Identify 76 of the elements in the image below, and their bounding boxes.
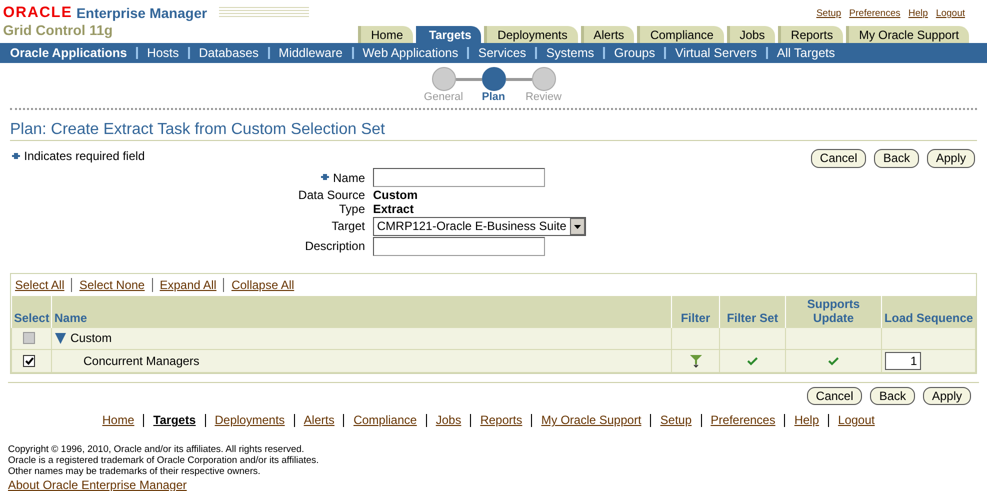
nav-tab[interactable]: Targets — [416, 26, 482, 43]
copyright-text: Copyright © 1996, 2010, Oracle and/or its affiliates. All rights reserved. — [8, 444, 306, 455]
footer-link[interactable]: Logout — [838, 413, 875, 428]
required-note: Indicates required field — [24, 149, 145, 164]
subtab-link[interactable]: All Targets — [776, 46, 836, 60]
footer-link[interactable]: Setup — [660, 413, 692, 428]
dropdown-icon — [570, 218, 586, 236]
subtab-link[interactable]: Groups — [614, 46, 656, 60]
tree-node-label: Custom — [70, 331, 112, 346]
field-label: Description — [304, 239, 365, 254]
select-field[interactable]: CMRP121-Oracle E-Business Suite — [373, 217, 586, 236]
footer-link[interactable]: Help — [794, 413, 820, 428]
action-button[interactable]: Apply — [926, 149, 975, 168]
footer-link[interactable]: Jobs — [436, 413, 462, 428]
page-title: Plan: Create Extract Task from Custom Selection Set — [10, 110, 977, 142]
column-header: Name — [52, 296, 672, 328]
logo: ORACLE — [3, 4, 72, 22]
global-link[interactable]: Setup — [816, 8, 842, 20]
input-field[interactable] — [373, 168, 545, 188]
field-label: Target — [332, 219, 365, 234]
copyright-text: Other names may be trademarks of their respective owners. — [8, 466, 262, 478]
footer-link[interactable]: Targets — [153, 413, 196, 428]
nav-tab[interactable]: Jobs — [726, 26, 775, 43]
step-label: Review — [524, 91, 563, 104]
subtab-link[interactable]: Virtual Servers — [675, 46, 757, 60]
product-subtitle: Grid Control 11g — [3, 22, 114, 39]
subtab-link[interactable]: Middleware — [278, 46, 343, 60]
step-label: Plan — [480, 91, 506, 104]
nav-tab[interactable]: Reports — [778, 26, 843, 43]
nav-tab[interactable]: Home — [358, 26, 413, 43]
table-action-link[interactable]: Expand All — [160, 278, 216, 292]
step-circle[interactable] — [482, 67, 506, 91]
nav-tab[interactable]: Compliance — [637, 26, 724, 43]
footer-link[interactable]: Home — [102, 413, 134, 428]
global-link[interactable]: Preferences — [849, 8, 900, 20]
nav-tab[interactable]: Alerts — [580, 26, 634, 43]
action-button[interactable]: Cancel — [810, 149, 866, 168]
action-button[interactable]: Cancel — [806, 386, 862, 406]
global-link[interactable]: Help — [908, 8, 928, 20]
table-action-link[interactable]: Collapse All — [231, 278, 294, 292]
subtab-link[interactable]: Hosts — [146, 46, 179, 60]
nav-tab[interactable]: Deployments — [484, 26, 578, 43]
subtab-link[interactable]: Systems — [546, 46, 594, 60]
copyright-text: Oracle is a registered trademark of Oracle Corporation and/or its affiliates. — [8, 454, 320, 466]
action-button[interactable]: Back — [874, 149, 919, 168]
about-link[interactable]: About Oracle Enterprise Manager — [8, 478, 187, 491]
column-header: Filter Set — [720, 296, 786, 328]
subtab-link[interactable]: Oracle Applications — [10, 46, 127, 60]
footer-link[interactable]: Reports — [480, 413, 522, 428]
table-action-link[interactable]: Select None — [79, 278, 145, 292]
subtab-link[interactable]: Services — [478, 46, 526, 60]
input-field[interactable] — [373, 237, 545, 256]
global-link[interactable]: Logout — [936, 8, 965, 20]
field-value: Custom — [373, 188, 418, 202]
table-action-link[interactable]: Select All — [15, 278, 64, 292]
subtab-link[interactable]: Web Applications — [362, 46, 458, 60]
subtab-link[interactable]: Databases — [198, 46, 259, 60]
column-header: Supports Update — [786, 296, 882, 328]
action-button[interactable]: Apply — [922, 386, 971, 406]
field-value: Extract — [373, 202, 414, 217]
product-name: Enterprise Manager — [76, 4, 208, 22]
field-label: Type — [338, 202, 365, 217]
footer-link[interactable]: Alerts — [304, 413, 334, 428]
footer-link[interactable]: Preferences — [710, 413, 776, 428]
footer-link[interactable]: Compliance — [353, 413, 417, 428]
footer-link[interactable]: Deployments — [214, 413, 285, 428]
field-label: Name — [332, 170, 365, 185]
action-button[interactable]: Back — [870, 386, 915, 406]
tree-node-label: Concurrent Managers — [83, 354, 200, 368]
footer-link[interactable]: My Oracle Support — [541, 413, 642, 428]
column-header: Filter — [672, 296, 720, 328]
column-header: Load Sequence — [882, 296, 976, 328]
nav-tab[interactable]: My Oracle Support — [846, 26, 969, 43]
field-label: Data Source — [298, 188, 365, 202]
column-header: Select — [12, 296, 52, 328]
step-label: General — [422, 91, 464, 104]
